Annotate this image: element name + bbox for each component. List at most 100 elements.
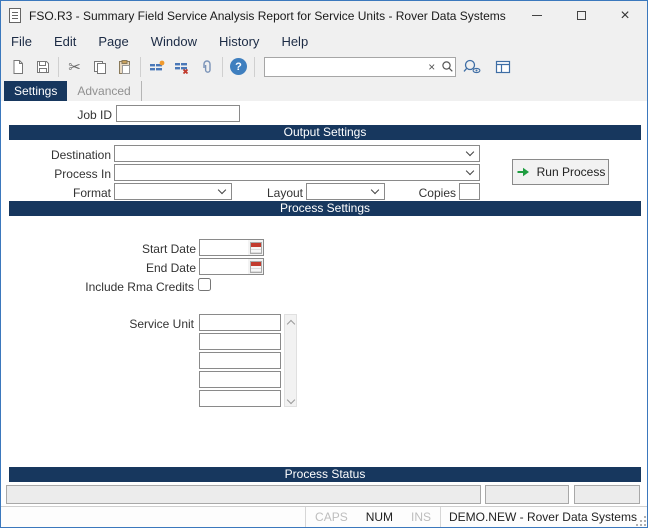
menu-page[interactable]: Page: [98, 34, 128, 49]
search-input[interactable]: [265, 58, 424, 75]
job-id-input[interactable]: [116, 105, 240, 122]
layout-label: Layout: [266, 186, 303, 200]
resize-grip[interactable]: [634, 514, 646, 526]
output-settings-header: Output Settings: [9, 125, 641, 140]
menu-history[interactable]: History: [219, 34, 259, 49]
save-button[interactable]: [30, 55, 55, 79]
tab-advanced[interactable]: Advanced: [67, 81, 142, 101]
destination-label: Destination: [50, 148, 111, 162]
end-date-field: [199, 258, 264, 275]
process-in-label: Process In: [54, 167, 111, 181]
window-layout-button[interactable]: [488, 55, 518, 79]
service-unit-scrollbar[interactable]: [284, 314, 297, 407]
new-document-icon: [13, 59, 23, 74]
connection-status: DEMO.NEW - Rover Data Systems: [448, 510, 637, 524]
search-icon[interactable]: [440, 60, 456, 73]
service-unit-label: Service Unit: [129, 317, 194, 331]
process-in-select[interactable]: [114, 164, 480, 181]
job-id-label: Job ID: [77, 108, 112, 122]
include-rma-credits-label: Include Rma Credits: [85, 280, 194, 294]
start-date-label: Start Date: [141, 242, 196, 256]
process-status-field-2: [485, 485, 569, 504]
maximize-button[interactable]: [559, 1, 603, 30]
toolbar: ✂ ? ×: [1, 52, 647, 81]
cut-icon: ✂: [68, 58, 81, 76]
attachment-button[interactable]: [194, 55, 219, 79]
menu-window[interactable]: Window: [151, 34, 197, 49]
delete-job-icon: [174, 62, 188, 74]
destination-select[interactable]: [114, 145, 480, 162]
start-date-calendar-button[interactable]: [248, 240, 263, 255]
end-date-calendar-button[interactable]: [248, 259, 263, 274]
application-window: FSO.R3 - Summary Field Service Analysis …: [0, 0, 648, 528]
ins-indicator: INS: [411, 510, 432, 524]
process-settings-header: Process Settings: [9, 201, 641, 216]
menu-edit[interactable]: Edit: [54, 34, 76, 49]
toolbar-separator: [58, 56, 59, 77]
submit-job-icon: [149, 60, 164, 70]
end-date-input[interactable]: [200, 259, 248, 274]
run-process-button[interactable]: Run Process: [512, 159, 609, 185]
include-rma-credits-checkbox[interactable]: [198, 278, 211, 291]
window-title: FSO.R3 - Summary Field Service Analysis …: [29, 8, 506, 23]
chevron-down-icon: [217, 185, 227, 195]
process-status-header: Process Status: [9, 467, 641, 482]
copy-icon: [93, 60, 106, 74]
process-status-message: [6, 485, 481, 504]
copies-input[interactable]: [459, 183, 480, 200]
service-unit-input-4[interactable]: [199, 371, 281, 388]
scroll-up-icon[interactable]: [286, 319, 295, 329]
chevron-down-icon: [465, 166, 475, 176]
delete-job-button[interactable]: [169, 55, 194, 79]
calendar-icon: [249, 260, 262, 273]
window-layout-icon: [495, 60, 511, 73]
close-icon: ×: [620, 6, 630, 24]
new-document-button[interactable]: [5, 55, 30, 79]
end-date-label: End Date: [145, 261, 196, 275]
record-lookup-button[interactable]: [456, 55, 488, 79]
format-label: Format: [72, 186, 111, 200]
record-lookup-icon: [463, 59, 481, 74]
scroll-down-icon[interactable]: [286, 395, 295, 405]
service-unit-input-5[interactable]: [199, 390, 281, 407]
process-status-field-3: [574, 485, 640, 504]
paste-icon: [118, 59, 130, 74]
toolbar-separator: [140, 56, 141, 77]
help-button[interactable]: ?: [226, 55, 251, 79]
copies-label: Copies: [418, 186, 456, 200]
menu-help[interactable]: Help: [281, 34, 308, 49]
clear-search-icon[interactable]: ×: [424, 60, 440, 74]
minimize-icon: [532, 15, 542, 16]
submit-job-button[interactable]: [144, 55, 169, 79]
service-unit-input-2[interactable]: [199, 333, 281, 350]
cut-button[interactable]: ✂: [62, 55, 87, 79]
caps-indicator: CAPS: [315, 510, 348, 524]
format-select[interactable]: [114, 183, 232, 200]
minimize-button[interactable]: [515, 1, 559, 30]
tab-settings[interactable]: Settings: [4, 81, 68, 101]
paste-button[interactable]: [112, 55, 137, 79]
help-icon: ?: [230, 58, 247, 75]
close-button[interactable]: ×: [603, 1, 647, 30]
start-date-field: [199, 239, 264, 256]
copy-button[interactable]: [87, 55, 112, 79]
attachment-icon: [202, 59, 211, 73]
maximize-icon: [576, 11, 586, 20]
toolbar-separator: [254, 56, 255, 77]
status-bar: CAPS NUM INS DEMO.NEW - Rover Data Syste…: [1, 506, 647, 527]
chevron-down-icon: [370, 185, 380, 195]
service-unit-input-3[interactable]: [199, 352, 281, 369]
menu-file[interactable]: File: [11, 34, 32, 49]
layout-select[interactable]: [306, 183, 385, 200]
calendar-icon: [249, 241, 262, 254]
run-process-label: Run Process: [536, 165, 606, 179]
service-unit-input-1[interactable]: [199, 314, 281, 331]
toolbar-search: ×: [264, 56, 456, 77]
tab-strip: Settings Advanced: [1, 81, 647, 101]
save-icon: [36, 60, 49, 73]
form-document-icon: [9, 8, 21, 23]
title-bar: FSO.R3 - Summary Field Service Analysis …: [1, 1, 647, 30]
chevron-down-icon: [465, 147, 475, 157]
start-date-input[interactable]: [200, 240, 248, 255]
run-arrow-icon: [517, 167, 529, 177]
